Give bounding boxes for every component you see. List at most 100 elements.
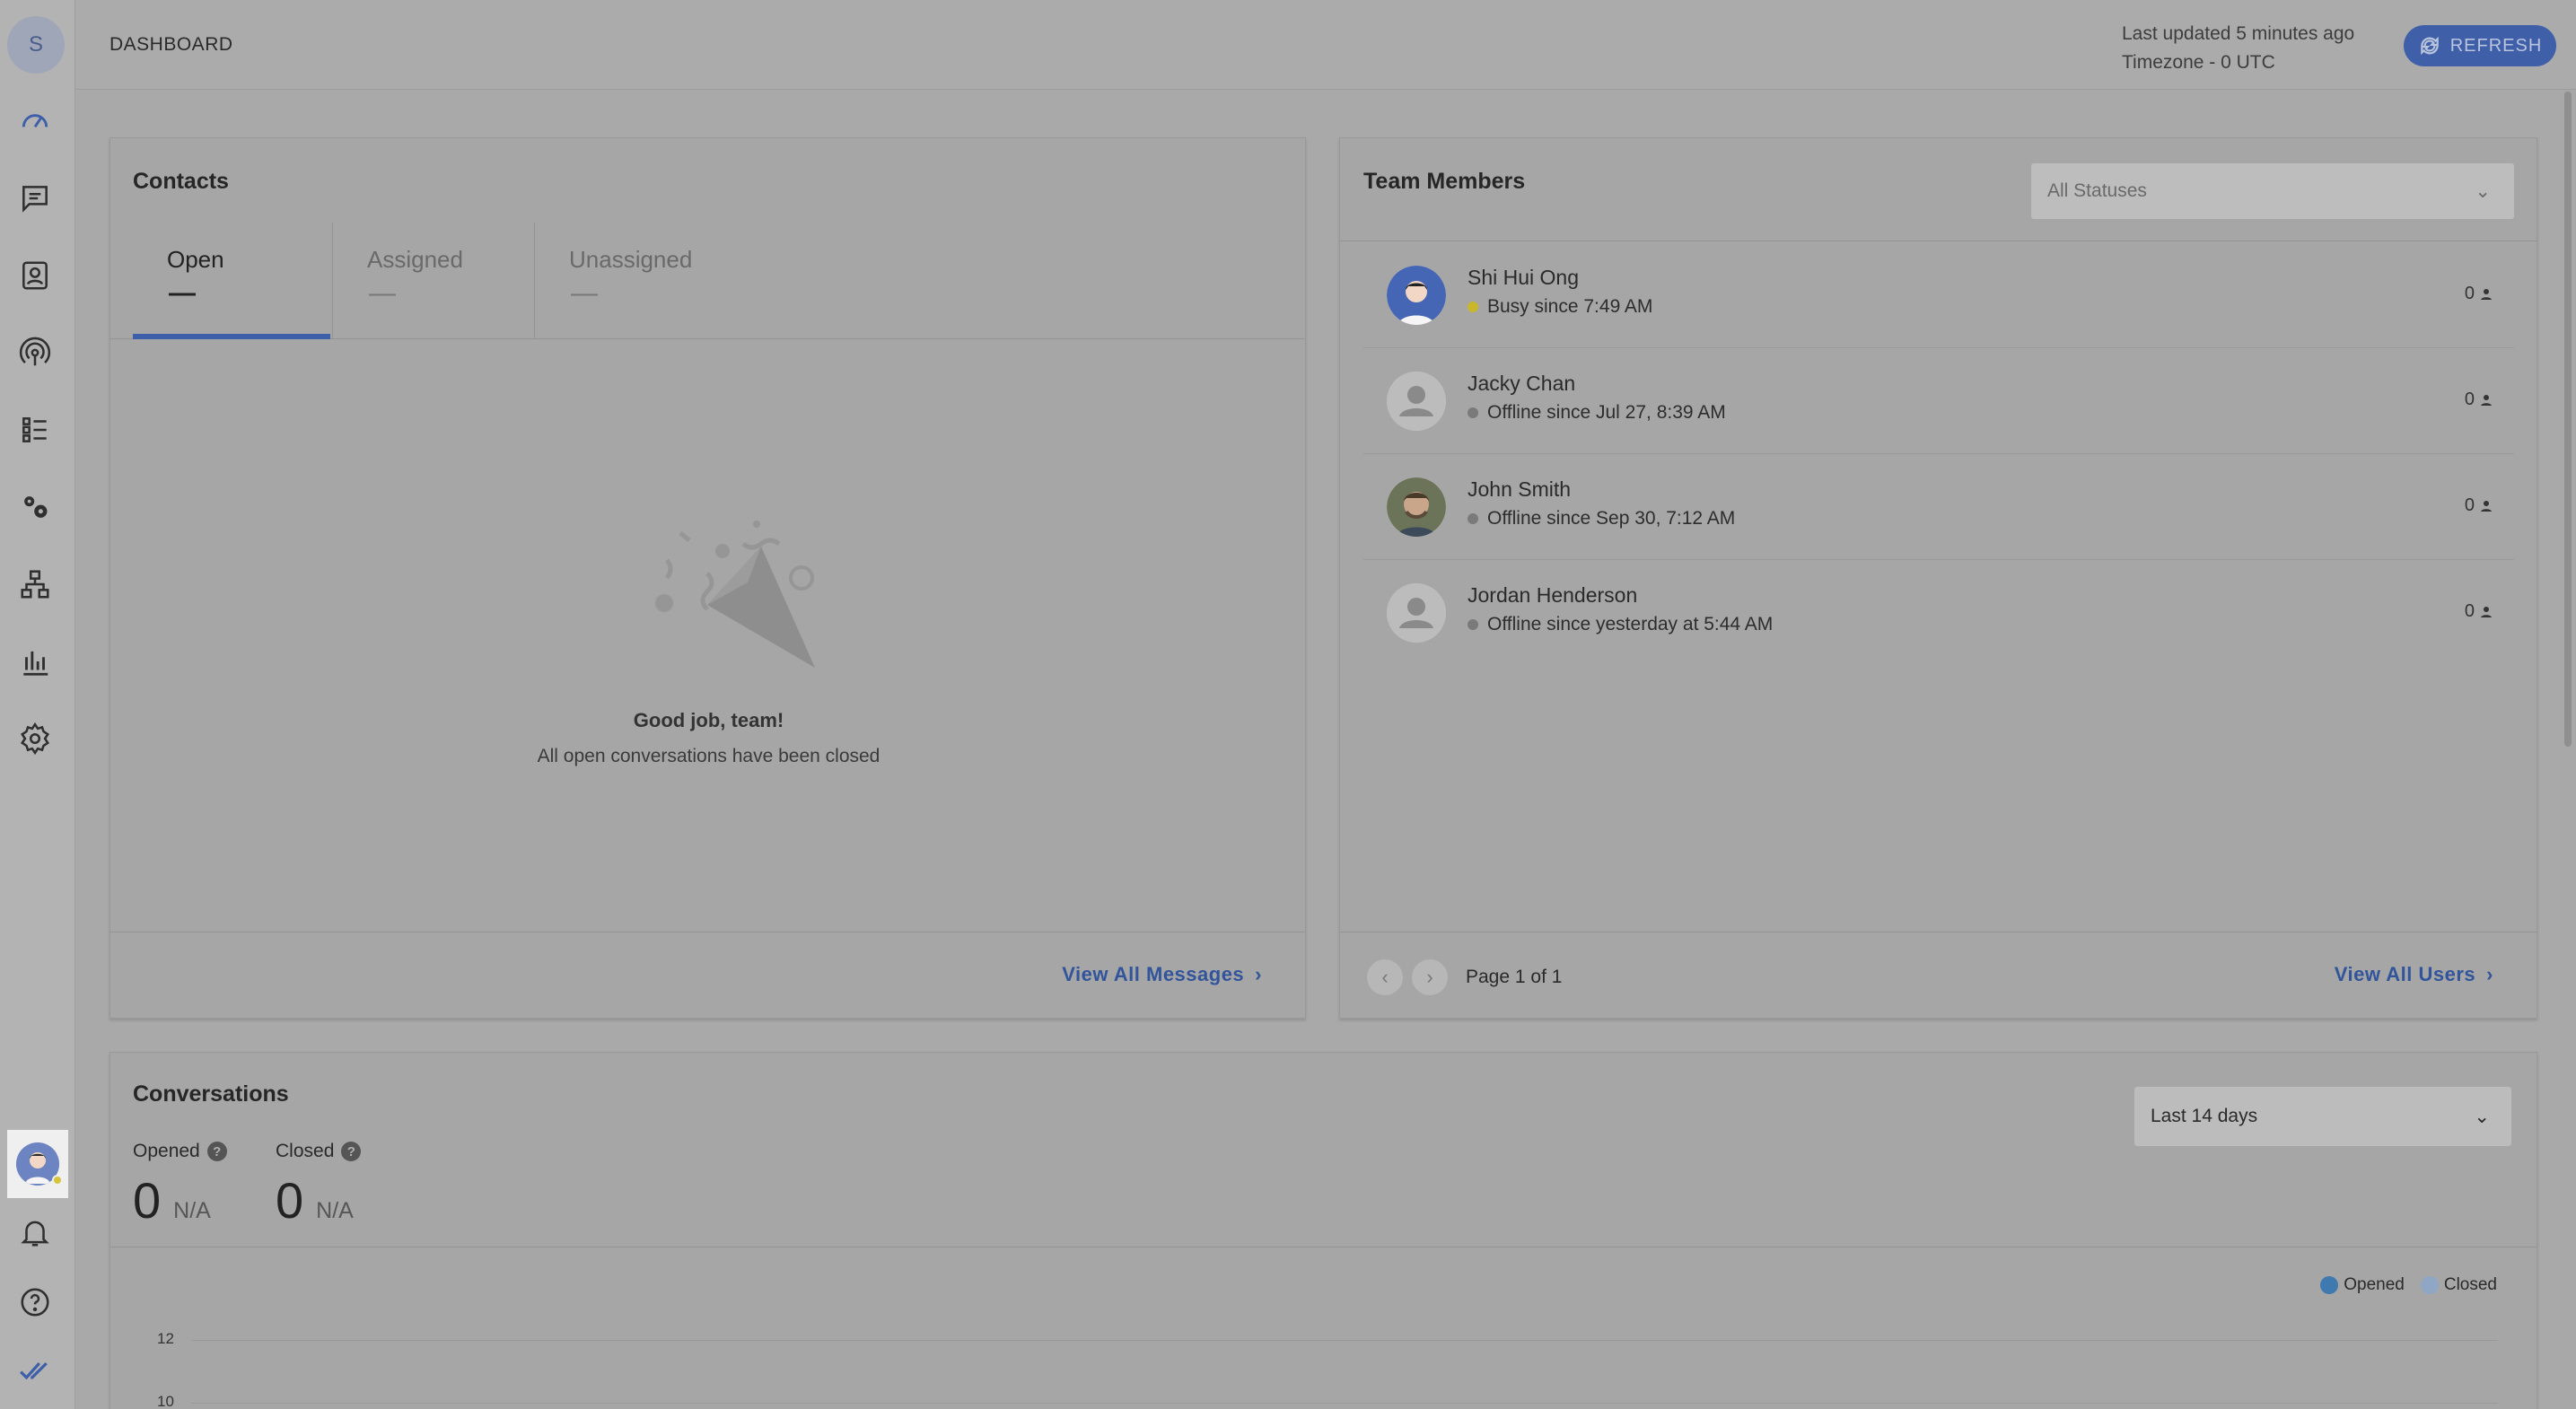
metric-value: 0 N/A	[133, 1171, 227, 1230]
status-dot	[1468, 407, 1478, 418]
status-filter-select[interactable]: All Statuses ⌄	[2031, 163, 2514, 219]
tab-unassigned-value: —	[571, 278, 598, 308]
chevron-down-icon: ⌄	[2475, 180, 2491, 202]
member-contact-count: 0	[2465, 495, 2494, 516]
dashboard-icon[interactable]	[16, 102, 54, 140]
help-icon[interactable]: ?	[206, 1142, 227, 1161]
lists-icon[interactable]	[16, 411, 54, 449]
messages-icon[interactable]	[16, 179, 54, 217]
tab-open-value: —	[169, 278, 196, 308]
pagination: ‹ › Page 1 of 1	[1367, 959, 1562, 995]
member-status-text: Offline since yesterday at 5:44 AM	[1487, 614, 1774, 634]
view-all-users-link[interactable]: View All Users ›	[2335, 963, 2493, 986]
brand-logo-icon	[16, 1352, 54, 1389]
status-dot	[1468, 302, 1478, 312]
tab-unassigned-label: Unassigned	[569, 246, 693, 273]
metric-number: 0	[276, 1172, 304, 1229]
empty-state-subtitle: All open conversations have been closed	[537, 746, 881, 766]
prev-page-button[interactable]: ‹	[1367, 959, 1403, 995]
chevron-right-icon: ›	[2486, 963, 2493, 985]
broadcast-icon[interactable]	[16, 334, 54, 372]
chevron-right-icon: ›	[1255, 963, 1262, 985]
person-icon	[2481, 288, 2492, 300]
date-range-select[interactable]: Last 14 days ⌄	[2134, 1087, 2511, 1146]
tab-open-label: Open	[167, 246, 224, 273]
org-avatar[interactable]: S	[7, 16, 65, 74]
tab-unassigned[interactable]: Unassigned —	[535, 223, 750, 339]
member-name: Jordan Henderson	[1468, 583, 1638, 607]
y-tick-label: 12	[157, 1330, 174, 1347]
chevron-left-icon: ‹	[1381, 966, 1389, 988]
metric-change: N/A	[173, 1198, 211, 1223]
legend-label: Closed	[2443, 1275, 2497, 1294]
reports-icon[interactable]	[16, 643, 54, 680]
metric-opened: Opened ? 0 N/A	[133, 1141, 227, 1230]
timezone-text: Timezone - 0 UTC	[2122, 52, 2275, 73]
grid-line	[191, 1403, 2498, 1404]
member-name: John Smith	[1468, 477, 1572, 501]
avatar	[1387, 477, 1446, 537]
date-range-value: Last 14 days	[2151, 1106, 2258, 1126]
team-member-row[interactable]: John Smith Offline since Sep 30, 7:12 AM…	[1363, 454, 2514, 560]
contacts-footer: View All Messages ›	[110, 932, 1305, 1018]
member-status-text: Offline since Jul 27, 8:39 AM	[1487, 402, 1726, 423]
refresh-icon	[2420, 36, 2439, 56]
party-popper-icon	[655, 521, 815, 668]
team-members-title: Team Members	[1363, 169, 1526, 194]
view-all-messages-link[interactable]: View All Messages ›	[1062, 963, 1262, 986]
bell-icon[interactable]	[16, 1213, 54, 1251]
team-member-row[interactable]: Shi Hui Ong Busy since 7:49 AM 0	[1363, 242, 2514, 348]
metric-label: Closed ?	[276, 1141, 362, 1162]
refresh-button[interactable]: REFRESH	[2404, 25, 2556, 66]
member-name: Jacky Chan	[1468, 372, 1576, 395]
tab-assigned-value: —	[369, 278, 396, 308]
user-avatar-button[interactable]	[7, 1130, 68, 1198]
legend-label: Opened	[2344, 1275, 2405, 1294]
help-icon[interactable]	[16, 1283, 54, 1321]
tab-assigned[interactable]: Assigned —	[333, 223, 534, 339]
member-contact-count: 0	[2465, 284, 2494, 304]
status-dot	[1468, 513, 1478, 524]
member-status-text: Offline since Sep 30, 7:12 AM	[1487, 508, 1736, 529]
scrollbar-thumb[interactable]	[2564, 92, 2572, 747]
tab-assigned-label: Assigned	[367, 246, 463, 273]
person-icon	[2481, 606, 2492, 617]
page-scrollbar[interactable]	[2560, 90, 2576, 1409]
y-tick-label: 10	[157, 1393, 174, 1409]
member-status: Busy since 7:49 AM	[1468, 296, 1652, 318]
conversations-card: Conversations Last 14 days ⌄ Opened ? 0 …	[110, 1052, 2537, 1409]
legend-swatch	[2320, 1276, 2339, 1294]
metric-label-text: Closed	[276, 1141, 335, 1161]
team-member-row[interactable]: Jordan Henderson Offline since yesterday…	[1363, 560, 2514, 666]
member-status: Offline since yesterday at 5:44 AM	[1468, 614, 1773, 635]
last-updated-text: Last updated 5 minutes ago	[2122, 23, 2355, 44]
member-status: Offline since Sep 30, 7:12 AM	[1468, 508, 1735, 529]
metric-value: 0 N/A	[276, 1171, 361, 1230]
team-member-row[interactable]: Jacky Chan Offline since Jul 27, 8:39 AM…	[1363, 348, 2514, 454]
legend-swatch	[2420, 1276, 2439, 1294]
org-initial: S	[28, 32, 43, 57]
next-page-button[interactable]: ›	[1412, 959, 1448, 995]
avatar	[1387, 266, 1446, 325]
member-status: Offline since Jul 27, 8:39 AM	[1468, 402, 1726, 424]
conversations-title: Conversations	[133, 1081, 289, 1107]
legend-item-closed[interactable]: Closed	[2420, 1275, 2497, 1295]
chevron-right-icon: ›	[1426, 966, 1433, 988]
avatar	[1387, 583, 1446, 643]
workflow-icon[interactable]	[16, 565, 54, 603]
metric-change: N/A	[316, 1198, 354, 1223]
help-icon[interactable]: ?	[341, 1142, 362, 1161]
team-members-card: Team Members All Statuses ⌄ Shi Hui Ong …	[1339, 137, 2537, 1019]
tab-open[interactable]: Open —	[133, 223, 332, 339]
legend-item-opened[interactable]: Opened	[2320, 1275, 2405, 1295]
person-icon	[2481, 394, 2492, 406]
integrations-icon[interactable]	[16, 488, 54, 526]
refresh-label: REFRESH	[2449, 35, 2543, 56]
settings-icon[interactable]	[16, 720, 54, 757]
member-status-text: Busy since 7:49 AM	[1487, 296, 1653, 317]
count-value: 0	[2464, 601, 2475, 621]
member-contact-count: 0	[2465, 601, 2494, 622]
metric-closed: Closed ? 0 N/A	[276, 1141, 362, 1230]
contacts-icon[interactable]	[16, 257, 54, 294]
status-filter-value: All Statuses	[2047, 180, 2147, 201]
